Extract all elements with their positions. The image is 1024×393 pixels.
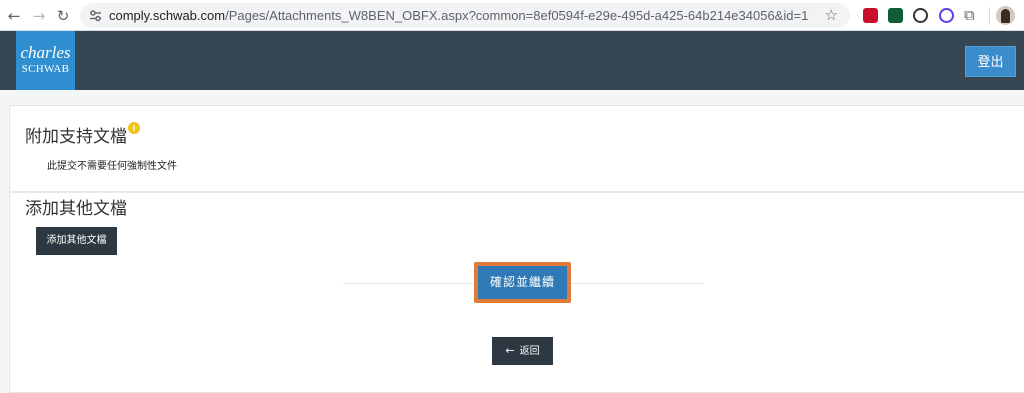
logout-button[interactable]: 登出 — [965, 46, 1016, 77]
logo-text-schwab: SCHWAB — [21, 63, 70, 75]
url-host: comply.schwab.com — [109, 8, 226, 23]
red-extension-icon[interactable] — [863, 8, 878, 23]
face-extension-icon[interactable] — [939, 8, 954, 23]
confirm-continue-button[interactable]: 確認並繼續 — [478, 266, 567, 299]
toolbar-divider — [989, 7, 990, 25]
address-bar[interactable]: comply.schwab.com/Pages/Attachments_W8BE… — [80, 3, 850, 28]
profile-avatar[interactable] — [996, 6, 1015, 25]
reload-icon[interactable]: ↻ — [53, 6, 73, 26]
bookmark-star-icon[interactable]: ☆ — [825, 6, 838, 24]
other-docs-title: 添加其他文檔 — [25, 199, 127, 218]
logo-text-charles: charles — [20, 43, 71, 62]
browser-toolbar: ← → ↻ comply.schwab.com/Pages/Attachment… — [0, 0, 1024, 31]
site-settings-icon[interactable] — [89, 9, 102, 22]
schwab-logo[interactable]: charles SCHWAB — [16, 31, 75, 90]
chat-extension-icon[interactable] — [913, 8, 928, 23]
app-header: charles SCHWAB 登出 — [0, 31, 1024, 90]
forward-arrow-icon[interactable]: → — [29, 6, 49, 26]
back-button[interactable]: ← 返回 — [492, 337, 553, 365]
attachments-card: 附加支持文檔 i 此提交不需要任何強制性文件 添加其他文檔 添加其他文檔 確認並… — [9, 105, 1024, 393]
confirm-highlight: 確認並繼續 — [474, 262, 571, 303]
green-extension-icon[interactable] — [888, 8, 903, 23]
url-path: /Pages/Attachments_W8BEN_OBFX.aspx?commo… — [225, 8, 809, 23]
extensions-puzzle-icon[interactable]: ⧉ — [964, 6, 979, 24]
section-divider — [10, 191, 1024, 193]
back-arrow-icon: ← — [505, 344, 515, 357]
attachments-title: 附加支持文檔 — [25, 127, 127, 146]
attachments-description: 此提交不需要任何強制性文件 — [47, 161, 177, 172]
info-icon[interactable]: i — [128, 122, 140, 134]
url-text[interactable]: comply.schwab.com/Pages/Attachments_W8BE… — [109, 8, 809, 23]
main-content: 附加支持文檔 i 此提交不需要任何強制性文件 添加其他文檔 添加其他文檔 確認並… — [0, 90, 1024, 393]
back-arrow-icon[interactable]: ← — [4, 6, 24, 26]
add-other-documents-button[interactable]: 添加其他文檔 — [36, 227, 117, 255]
back-button-label: 返回 — [519, 346, 540, 357]
